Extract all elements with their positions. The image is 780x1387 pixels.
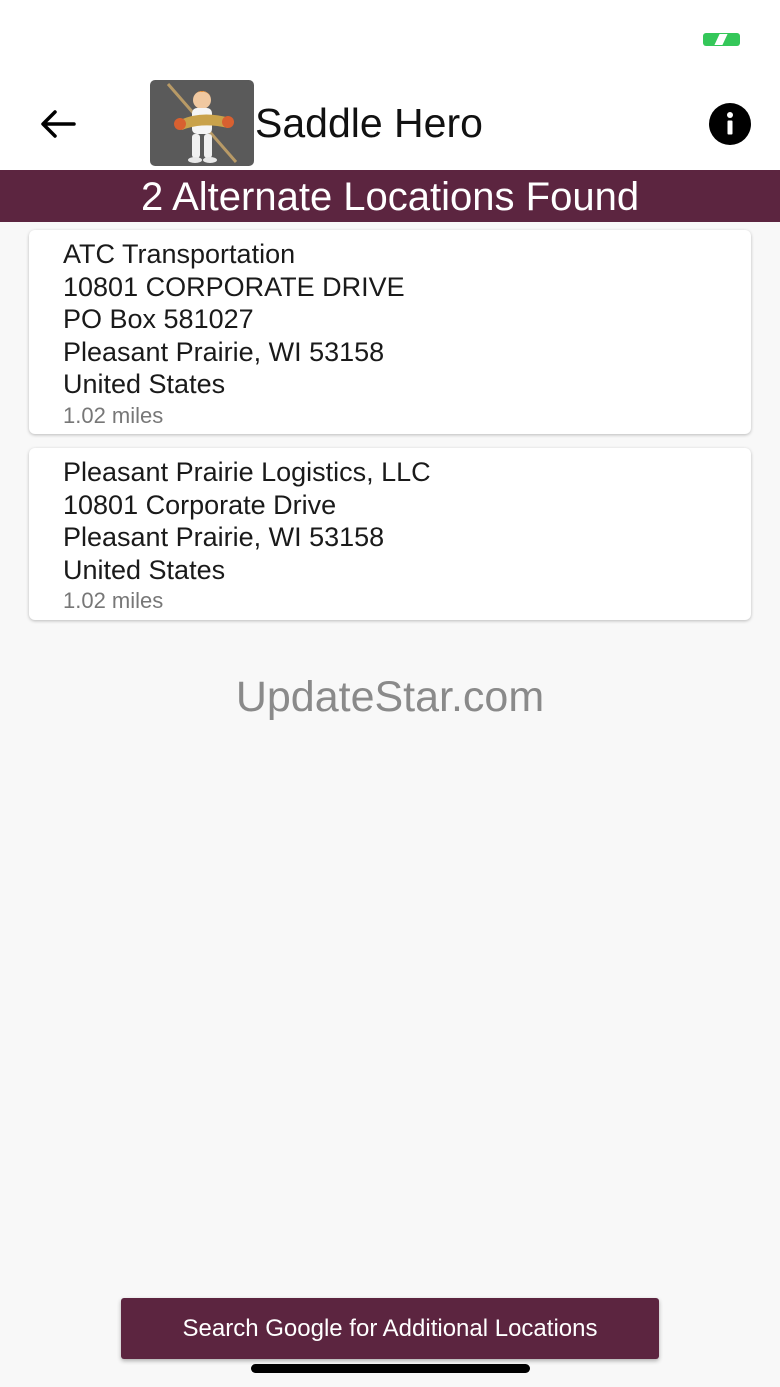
- location-city-state-zip: Pleasant Prairie, WI 53158: [63, 336, 385, 367]
- results-banner: 2 Alternate Locations Found: [0, 170, 780, 222]
- info-icon: [727, 112, 733, 135]
- location-name: Pleasant Prairie Logistics, LLC: [63, 457, 431, 487]
- search-google-button[interactable]: Search Google for Additional Locations: [121, 1298, 659, 1359]
- location-distance: 1.02 miles: [63, 588, 164, 613]
- app-header: Saddle Hero: [0, 80, 780, 170]
- saddle-hero-logo: [166, 83, 238, 163]
- watermark: UpdateStar.com: [235, 673, 545, 721]
- app-title: Saddle Hero: [255, 100, 483, 146]
- info-button[interactable]: [709, 103, 751, 145]
- location-address-line2: PO Box 581027: [63, 304, 254, 334]
- location-address-line1: 10801 Corporate Drive: [63, 489, 337, 520]
- location-name: ATC Transportation: [63, 239, 296, 269]
- location-country: United States: [63, 369, 226, 399]
- status-bar: [0, 0, 780, 80]
- location-distance: 1.02 miles: [63, 402, 164, 428]
- home-indicator: [251, 1364, 530, 1373]
- location-city-state-zip: Pleasant Prairie, WI 53158: [63, 522, 385, 552]
- back-button[interactable]: [30, 100, 86, 148]
- location-address-line1: 10801 CORPORATE DRIVE: [63, 271, 405, 302]
- battery-icon: [703, 33, 740, 46]
- app-logo: [150, 80, 254, 166]
- location-country: United States: [63, 554, 226, 585]
- back-arrow-icon: [41, 110, 76, 138]
- location-card[interactable]: ATC Transportation 10801 CORPORATE DRIVE…: [29, 230, 751, 434]
- location-card[interactable]: Pleasant Prairie Logistics, LLC 10801 Co…: [29, 448, 751, 620]
